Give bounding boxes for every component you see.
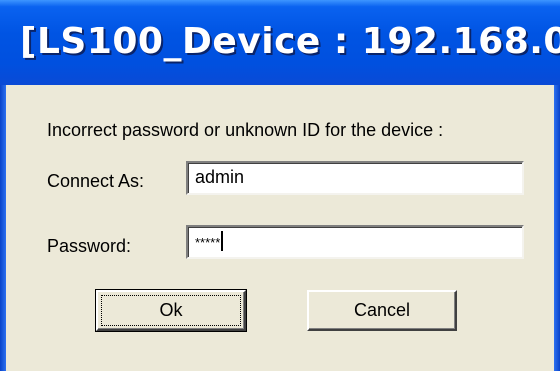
cancel-button-label: Cancel [353,300,411,320]
title-bar[interactable]: [LS100_Device : 192.168.0... [0,0,560,85]
password-value: ***** [195,235,221,250]
ok-button[interactable]: Ok [95,289,247,332]
connect-as-value: admin [195,167,245,187]
cancel-button[interactable]: Cancel [307,290,457,331]
connect-as-input[interactable]: admin [186,161,524,195]
ok-button-label: Ok [159,300,183,320]
password-input[interactable]: ***** [186,225,524,259]
error-message: Incorrect password or unknown ID for the… [47,120,444,140]
login-dialog-window: [LS100_Device : 192.168.0... Incorrect p… [0,0,560,371]
connect-as-label: Connect As: [47,171,145,191]
text-caret [221,231,224,251]
window-frame-right [554,85,560,371]
window-title: [LS100_Device : 192.168.0... [20,21,560,62]
password-label: Password: [47,236,132,256]
